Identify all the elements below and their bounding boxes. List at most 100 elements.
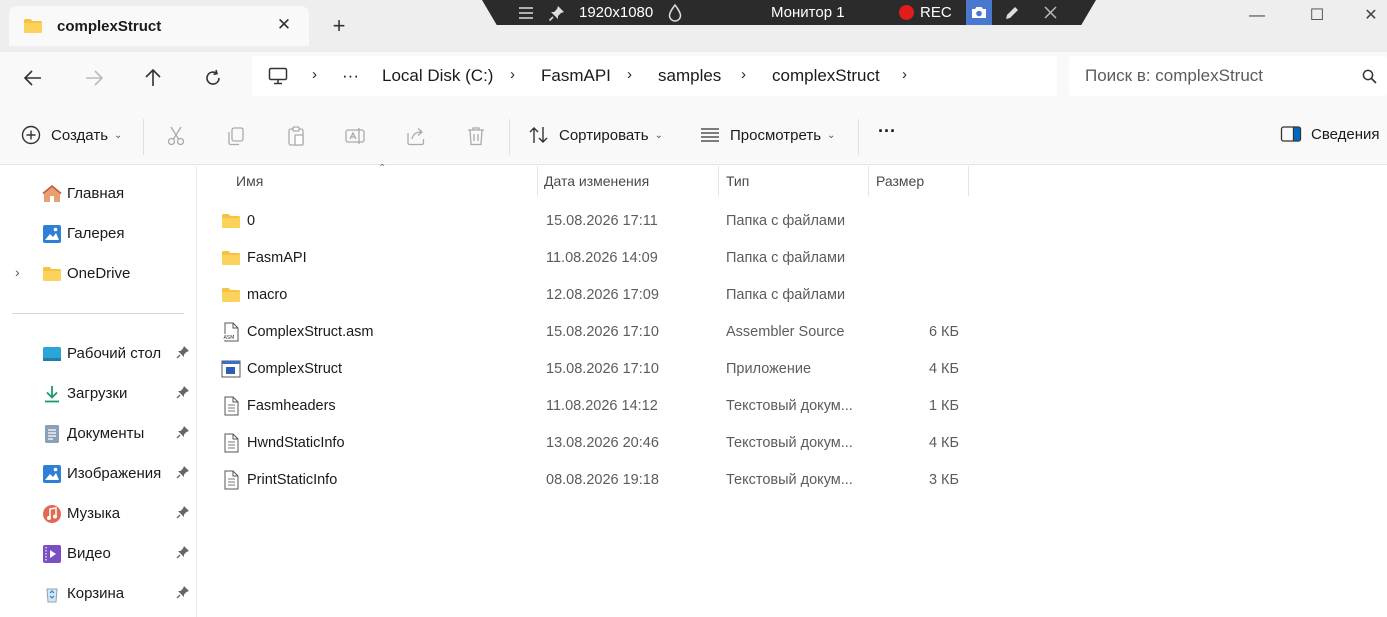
text-file-icon — [224, 470, 239, 490]
menu-icon[interactable] — [518, 3, 534, 22]
sort-button[interactable]: Сортировать ⌄ — [528, 125, 663, 145]
rec-label: REC — [920, 4, 952, 21]
pin-icon[interactable] — [176, 585, 190, 599]
column-divider[interactable] — [868, 166, 869, 196]
close-tab-icon[interactable]: ✕ — [275, 16, 293, 34]
search-box[interactable] — [1069, 56, 1387, 96]
minimize-button[interactable]: — — [1246, 5, 1268, 27]
table-row[interactable]: 0 15.08.2026 17:11 Папка с файлами — [198, 203, 978, 240]
arrow-up-icon — [145, 68, 161, 86]
breadcrumb-complexstruct[interactable]: complexStruct — [772, 66, 880, 86]
documents-icon — [45, 425, 59, 443]
delete-icon[interactable] — [465, 125, 487, 147]
column-header-name[interactable]: Имя — [236, 173, 263, 189]
sidebar-item-pictures[interactable]: Изображения — [0, 456, 196, 490]
sort-label: Сортировать — [559, 126, 649, 144]
application-icon — [221, 360, 241, 378]
chevron-right-icon[interactable]: › — [15, 264, 20, 280]
table-row[interactable]: ComplexStruct 15.08.2026 17:10 Приложени… — [198, 351, 978, 388]
search-input[interactable] — [1085, 66, 1345, 86]
details-button[interactable]: Сведения — [1280, 125, 1380, 143]
folder-icon — [222, 251, 240, 265]
breadcrumb-separator[interactable]: › — [741, 66, 746, 83]
table-row[interactable]: Fasmheaders 11.08.2026 14:12 Текстовый д… — [198, 388, 978, 425]
camera-icon[interactable] — [966, 0, 992, 25]
sidebar-item-downloads[interactable]: Загрузки — [0, 376, 196, 410]
table-row[interactable]: PrintStaticInfo 08.08.2026 19:18 Текстов… — [198, 462, 978, 499]
breadcrumb-local-disk[interactable]: Local Disk (C:) — [382, 66, 493, 86]
breadcrumb-fasmapi[interactable]: FasmAPI — [541, 66, 611, 86]
new-button[interactable]: Создать ⌄ — [21, 125, 122, 145]
more-options-button[interactable]: ··· — [878, 121, 896, 142]
pin-icon[interactable] — [176, 425, 190, 439]
table-row[interactable]: ASM ComplexStruct.asm 15.08.2026 17:10 A… — [198, 314, 978, 351]
refresh-button[interactable] — [201, 66, 225, 90]
maximize-button[interactable]: ☐ — [1306, 5, 1328, 27]
new-tab-button[interactable]: + — [328, 15, 350, 37]
breadcrumb-separator[interactable]: › — [627, 66, 632, 83]
tab-complexstruct[interactable]: complexStruct ✕ — [9, 6, 309, 46]
breadcrumb-more[interactable]: ··· — [342, 66, 359, 86]
sidebar-item-recycle-bin[interactable]: Корзина — [0, 576, 196, 610]
breadcrumb-separator[interactable]: › — [312, 66, 317, 83]
file-list: ⌃ Имя Дата изменения Тип Размер 0 15.08.… — [198, 163, 1387, 617]
paste-icon[interactable] — [285, 125, 307, 147]
close-overlay-icon[interactable] — [1044, 3, 1057, 22]
pin-icon[interactable] — [176, 345, 190, 359]
sidebar-item-home[interactable]: Главная — [0, 176, 196, 210]
sidebar-item-label: Рабочий стол — [67, 345, 162, 362]
opacity-icon[interactable] — [668, 3, 682, 22]
sidebar-item-onedrive[interactable]: › OneDrive — [0, 256, 196, 290]
rec-button[interactable]: REC — [899, 3, 952, 22]
file-explorer-window: complexStruct ✕ + 1920x1080 Монитор 1 RE… — [0, 0, 1387, 617]
up-button[interactable] — [141, 66, 165, 90]
column-divider[interactable] — [968, 166, 969, 196]
file-name: ComplexStruct.asm — [247, 324, 374, 340]
sidebar-item-desktop[interactable]: Рабочий стол — [0, 336, 196, 370]
column-header-date[interactable]: Дата изменения — [544, 173, 649, 189]
plus-circle-icon — [21, 125, 41, 145]
home-icon — [42, 185, 62, 202]
pin-icon[interactable] — [176, 465, 190, 479]
pin-icon[interactable] — [176, 385, 190, 399]
forward-button[interactable] — [82, 66, 106, 90]
sidebar-item-documents[interactable]: Документы — [0, 416, 196, 450]
computer-icon[interactable] — [268, 67, 288, 85]
search-icon[interactable] — [1362, 69, 1377, 84]
sidebar-item-gallery[interactable]: Галерея — [0, 216, 196, 250]
navigation-bar: › ··· Local Disk (C:) › FasmAPI › sample… — [0, 52, 1387, 107]
file-size: 6 КБ — [928, 324, 959, 340]
rename-icon[interactable] — [344, 125, 366, 147]
file-name: HwndStaticInfo — [247, 435, 345, 451]
breadcrumb-samples[interactable]: samples — [658, 66, 721, 86]
view-button[interactable]: Просмотреть ⌄ — [699, 125, 835, 145]
chevron-down-icon: ⌄ — [827, 129, 836, 141]
pin-icon[interactable] — [176, 505, 190, 519]
close-window-button[interactable]: ✕ — [1360, 5, 1382, 27]
sidebar-item-label: Корзина — [67, 585, 125, 602]
pen-icon[interactable] — [1004, 3, 1020, 22]
column-header-type[interactable]: Тип — [726, 173, 749, 189]
file-type: Папка с файлами — [726, 250, 846, 266]
address-bar[interactable]: › ··· Local Disk (C:) › FasmAPI › sample… — [252, 56, 1057, 96]
file-date: 11.08.2026 14:09 — [546, 250, 658, 266]
sidebar-item-music[interactable]: Музыка — [0, 496, 196, 530]
table-row[interactable]: HwndStaticInfo 13.08.2026 20:46 Текстовы… — [198, 425, 978, 462]
breadcrumb-separator[interactable]: › — [902, 66, 907, 83]
gallery-icon — [43, 225, 61, 243]
pin-icon[interactable] — [176, 545, 190, 559]
table-row[interactable]: FasmAPI 11.08.2026 14:09 Папка с файлами — [198, 240, 978, 277]
share-icon[interactable] — [405, 125, 427, 147]
monitor-label[interactable]: Монитор 1 — [771, 3, 845, 22]
column-header-size[interactable]: Размер — [876, 173, 924, 189]
table-row[interactable]: macro 12.08.2026 17:09 Папка с файлами — [198, 277, 978, 314]
music-icon — [43, 505, 61, 523]
back-button[interactable] — [21, 66, 45, 90]
pin-icon[interactable] — [548, 3, 566, 22]
sidebar-item-video[interactable]: Видео — [0, 536, 196, 570]
copy-icon[interactable] — [225, 125, 247, 147]
column-divider[interactable] — [537, 166, 538, 196]
breadcrumb-separator[interactable]: › — [510, 66, 515, 83]
cut-icon[interactable] — [165, 125, 187, 147]
column-divider[interactable] — [718, 166, 719, 196]
